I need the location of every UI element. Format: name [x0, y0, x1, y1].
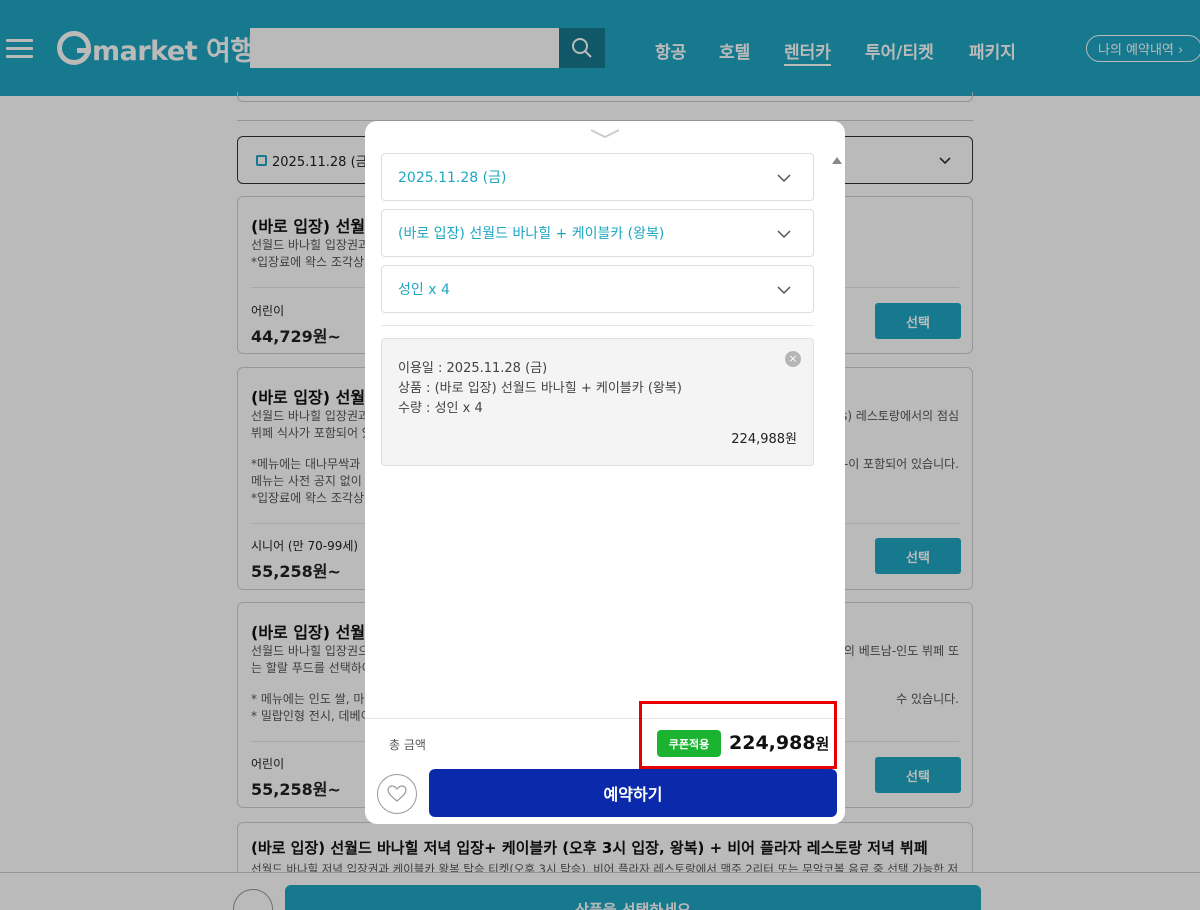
quantity-select[interactable]: 성인 x 4 — [381, 265, 814, 313]
total-label: 총 금액 — [389, 738, 426, 752]
chevron-down-icon — [777, 230, 791, 239]
chevron-down-icon — [777, 174, 791, 183]
summary-use-date: 이용일 : 2025.11.28 (금) — [398, 361, 548, 376]
chevron-down-icon — [777, 286, 791, 295]
product-select[interactable]: (바로 입장) 선월드 바나힐 + 케이블카 (왕복) — [381, 209, 814, 257]
date-select-label: 2025.11.28 (금) — [398, 170, 507, 186]
quantity-select-label: 성인 x 4 — [398, 282, 450, 298]
modal-divider — [381, 325, 814, 326]
summary-product: 상품 : (바로 입장) 선월드 바나힐 + 케이블카 (왕복) — [398, 381, 682, 396]
selection-summary: 이용일 : 2025.11.28 (금) 상품 : (바로 입장) 선월드 바나… — [381, 338, 814, 466]
summary-price: 224,988원 — [731, 432, 797, 447]
chevron-down-icon[interactable] — [589, 127, 621, 141]
reserve-button[interactable]: 예약하기 — [429, 769, 837, 817]
product-select-label: (바로 입장) 선월드 바나힐 + 케이블카 (왕복) — [398, 226, 665, 242]
summary-quantity: 수량 : 성인 x 4 — [398, 401, 483, 416]
date-select[interactable]: 2025.11.28 (금) — [381, 153, 814, 201]
close-icon[interactable]: × — [785, 351, 801, 367]
highlight-box — [639, 701, 837, 769]
heart-icon — [387, 785, 407, 802]
wishlist-heart-button[interactable] — [377, 774, 417, 814]
scroll-up-arrow-icon[interactable] — [832, 157, 842, 164]
